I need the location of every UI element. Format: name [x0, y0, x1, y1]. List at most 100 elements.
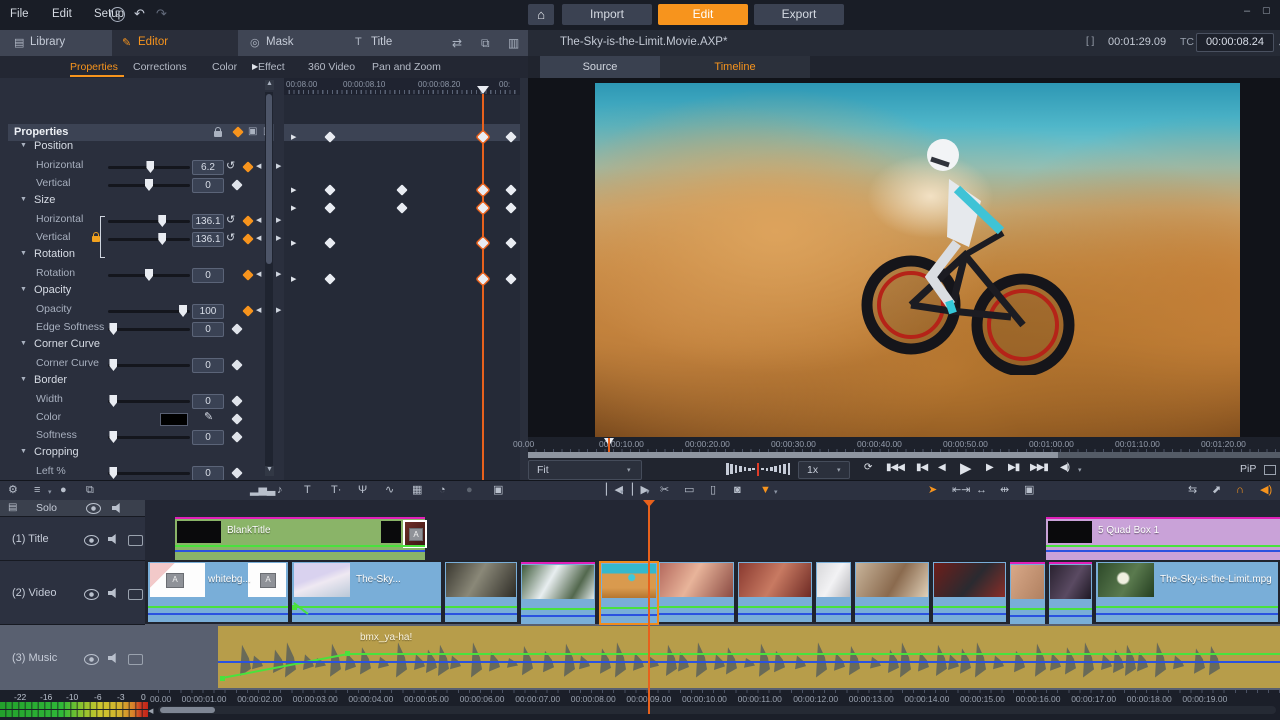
track-monitor-icon[interactable] [128, 535, 143, 546]
video-clip-volume-line[interactable] [816, 613, 851, 615]
track-monitor-icon[interactable] [128, 589, 143, 600]
kf-row-expand-rotation[interactable]: ▶ [291, 239, 296, 247]
section-position[interactable]: ▼ [20, 142, 27, 149]
prev-keyframe-size-horizontal[interactable]: ◀ [256, 216, 261, 224]
jog-bar[interactable] [730, 464, 733, 474]
home-button[interactable]: ⌂ [528, 4, 554, 25]
tab-title[interactable]: TTitle [345, 30, 443, 56]
video-clip-opacity-line[interactable] [445, 606, 517, 608]
value-box-corner-curve-corner-curve[interactable]: 0 [192, 358, 224, 373]
export-button[interactable]: Export [754, 4, 844, 25]
title-clip-volume-line[interactable] [175, 550, 425, 552]
jog-bar[interactable] [726, 463, 729, 475]
overwrite-icon[interactable]: ▭ [684, 485, 694, 496]
time-remap-icon[interactable]: ◔ [439, 485, 446, 496]
solo-speaker-icon[interactable] [112, 503, 123, 513]
redo-icon[interactable]: ↷ [156, 6, 167, 22]
slider-track-cropping-left--[interactable] [108, 472, 190, 475]
pv-playhead-stem[interactable] [608, 438, 610, 452]
keyframe-toggle-opacity-opacity[interactable] [242, 305, 253, 316]
keyframe-toggle-border-softness[interactable] [231, 431, 242, 442]
video-clip-opacity-line[interactable] [855, 606, 929, 608]
fade-in-node[interactable] [292, 605, 297, 610]
solo-eye-icon[interactable] [86, 503, 101, 514]
help-icon[interactable]: ? [110, 7, 125, 22]
value-box-border-width[interactable]: 0 [192, 394, 224, 409]
timecode-box[interactable]: 00:00:08.24 [1196, 33, 1274, 52]
keyframe-toggle-position-vertical[interactable] [231, 179, 242, 190]
next-keyframe-size-horizontal[interactable]: ▶ [276, 216, 281, 224]
prev-keyframe-rotation-rotation[interactable]: ◀ [256, 270, 261, 278]
video-clip[interactable] [855, 562, 929, 622]
value-box-opacity-opacity[interactable]: 100 [192, 304, 224, 319]
timeline-scrollbar[interactable] [158, 706, 1276, 714]
storyboard-toggle-icon[interactable]: ● [60, 485, 67, 496]
keyframe-size-vertical[interactable] [477, 202, 488, 213]
previous-marker-button[interactable]: ▮◀ [916, 462, 927, 473]
section-corner-curve[interactable]: ▼ [20, 340, 27, 347]
audio-scrub-icon[interactable]: ⇆ [1188, 485, 1197, 496]
section-cropping[interactable]: ▼ [20, 448, 27, 455]
keyframe-size-vertical[interactable] [324, 202, 335, 213]
kf-row-expand-size-horizontal[interactable]: ▶ [291, 186, 296, 194]
keyframe-opacity[interactable] [477, 273, 488, 284]
jog-bar[interactable] [744, 467, 747, 471]
title-editor-icon[interactable]: T [304, 485, 311, 496]
next-marker-button[interactable]: ▶▮ [1008, 462, 1019, 473]
tab-source[interactable]: Source [540, 56, 660, 78]
keyframe-toggle-border-color[interactable] [231, 413, 242, 424]
subtab-360-video[interactable]: 360 Video [308, 61, 355, 73]
audio-mixer-icon[interactable]: ▂▅▃ [250, 485, 275, 496]
scorefitter-icon[interactable]: ∿ [385, 485, 394, 496]
slider-thumb-opacity-edge-softness[interactable] [109, 323, 117, 335]
keyframe-opacity[interactable] [505, 273, 516, 284]
step-back-button[interactable]: ◀ [938, 462, 945, 473]
jog-bar[interactable] [735, 465, 738, 473]
next-keyframe-opacity-opacity[interactable]: ▶ [276, 306, 281, 314]
fit-select[interactable]: Fit▾ [528, 460, 642, 480]
next-keyframe-size-vertical[interactable]: ▶ [276, 234, 281, 242]
overwrite-mode-icon[interactable]: ↔ [976, 485, 987, 496]
kf-playhead-handle[interactable] [477, 86, 489, 94]
marker-icon[interactable]: ▼ [760, 485, 771, 496]
timeline-scroll-left-button[interactable]: ◀ [148, 707, 153, 715]
copy-panel-icon[interactable]: ⧉ [481, 36, 490, 51]
video-clip[interactable] [1010, 562, 1045, 624]
magnet-icon[interactable]: ∩ [1236, 485, 1244, 496]
props-scroll-down-button[interactable]: ▼ [265, 466, 274, 476]
keyframe-size-horizontal[interactable] [505, 184, 516, 195]
video-clip-opacity-line[interactable] [1096, 606, 1278, 608]
keyframe-toggle-corner-curve-corner-curve[interactable] [231, 359, 242, 370]
split-clip-icon[interactable]: ✂ [660, 485, 669, 496]
marker-icon-caret[interactable]: ▾ [774, 488, 778, 496]
image-icon[interactable]: ▣ [248, 126, 257, 137]
video-clip[interactable] [816, 562, 851, 622]
tab-library[interactable]: ▤Library [4, 30, 110, 56]
value-box-border-softness[interactable]: 0 [192, 430, 224, 445]
loop-playback-button[interactable]: ⟳ [864, 462, 871, 473]
insert-mode-icon[interactable]: ⇤⇥ [952, 485, 970, 496]
value-box-rotation-rotation[interactable]: 0 [192, 268, 224, 283]
track-header-3[interactable]: (3) Music [0, 624, 145, 692]
jog-bar[interactable] [752, 468, 755, 470]
dual-view-icon[interactable]: ▥ [508, 36, 519, 50]
minimize-icon[interactable]: – [1244, 5, 1250, 17]
slider-thumb-size-horizontal[interactable] [158, 215, 166, 227]
track-speaker-icon[interactable] [108, 653, 119, 663]
keyframe-toggle-cropping-left--[interactable] [231, 467, 242, 478]
replace-mode-icon[interactable]: ⇹ [1000, 485, 1009, 496]
props-scrollbar-thumb[interactable] [266, 94, 272, 264]
create-song-icon[interactable]: ♪ [277, 485, 283, 496]
volume-button-caret[interactable]: ▾ [1078, 466, 1082, 474]
go-to-start-button[interactable]: ▮◀◀ [886, 462, 904, 473]
pip-icon[interactable] [1264, 465, 1276, 475]
edit-button[interactable]: Edit [658, 4, 748, 25]
multicam-icon[interactable]: ▦ [412, 485, 422, 496]
title-clip-opacity-line[interactable] [1046, 545, 1280, 547]
video-clip-opacity-line[interactable] [816, 606, 851, 608]
slider-thumb-size-vertical[interactable] [158, 233, 166, 245]
video-clip-volume-line[interactable] [855, 613, 929, 615]
subtab-properties[interactable]: Properties [70, 61, 118, 73]
video-clip-volume-line[interactable] [148, 613, 288, 615]
track-header-2[interactable]: (2) Video [0, 560, 145, 626]
